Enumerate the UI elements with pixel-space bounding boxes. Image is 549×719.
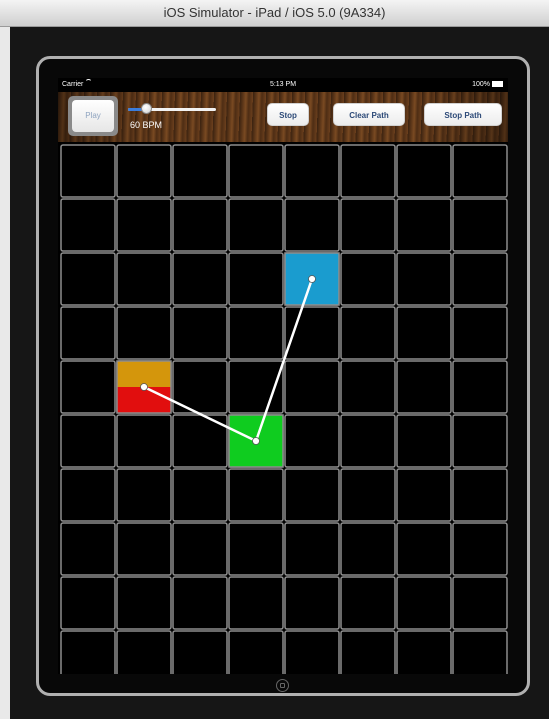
grid-cell[interactable]	[340, 306, 396, 360]
grid-cell[interactable]	[60, 630, 116, 674]
ipad-screen: Carrier 5:13 PM 100% Play 60 BPM Stop Cl…	[58, 78, 508, 674]
grid-cell[interactable]	[228, 144, 284, 198]
grid-cell[interactable]	[340, 468, 396, 522]
battery-icon	[492, 81, 503, 87]
grid-cell[interactable]	[396, 144, 452, 198]
tempo-label: 60 BPM	[130, 120, 163, 130]
grid-cell[interactable]	[396, 306, 452, 360]
grid-cell[interactable]	[116, 522, 172, 576]
grid-cell[interactable]	[452, 468, 508, 522]
grid-cell[interactable]	[452, 414, 508, 468]
grid-cell[interactable]	[60, 360, 116, 414]
grid-cell[interactable]	[396, 360, 452, 414]
grid-cell[interactable]	[284, 414, 340, 468]
grid-cell[interactable]	[340, 414, 396, 468]
path-node[interactable]	[140, 383, 148, 391]
grid-cell[interactable]	[228, 306, 284, 360]
grid-cell[interactable]	[396, 630, 452, 674]
grid-cell[interactable]	[284, 630, 340, 674]
grid-cell[interactable]	[60, 198, 116, 252]
grid-cell[interactable]	[60, 252, 116, 306]
grid-cell[interactable]	[172, 252, 228, 306]
clear-path-button[interactable]: Clear Path	[333, 103, 405, 126]
grid-cell[interactable]	[228, 252, 284, 306]
grid-cell[interactable]	[284, 576, 340, 630]
grid-cell[interactable]	[452, 252, 508, 306]
status-time: 5:13 PM	[269, 81, 297, 88]
sequencer-grid[interactable]	[58, 142, 508, 674]
tempo-slider-thumb[interactable]	[141, 103, 152, 114]
play-button-label: Play	[72, 100, 114, 132]
grid-cell[interactable]	[228, 522, 284, 576]
grid-cell[interactable]	[228, 198, 284, 252]
grid-cell[interactable]	[340, 630, 396, 674]
grid-cell[interactable]	[60, 576, 116, 630]
grid-cell[interactable]	[284, 144, 340, 198]
grid-cell[interactable]	[452, 576, 508, 630]
window-title: iOS Simulator - iPad / iOS 5.0 (9A334)	[0, 0, 549, 27]
grid-cell[interactable]	[116, 306, 172, 360]
grid-cell[interactable]	[116, 198, 172, 252]
stop-button[interactable]: Stop	[267, 103, 309, 126]
grid-cell[interactable]	[340, 522, 396, 576]
grid-cell[interactable]	[284, 198, 340, 252]
grid-cell[interactable]	[60, 414, 116, 468]
grid-cell[interactable]	[284, 360, 340, 414]
grid-canvas[interactable]	[58, 142, 508, 674]
grid-cell[interactable]	[452, 306, 508, 360]
grid-cell[interactable]	[396, 414, 452, 468]
grid-cell[interactable]	[172, 630, 228, 674]
grid-cell[interactable]	[340, 252, 396, 306]
grid-cell[interactable]	[60, 144, 116, 198]
grid-cell[interactable]	[116, 414, 172, 468]
grid-cell[interactable]	[284, 468, 340, 522]
grid-cell[interactable]	[452, 522, 508, 576]
battery-group: 100%	[472, 78, 503, 92]
grid-cell[interactable]	[172, 198, 228, 252]
status-bar: Carrier 5:13 PM 100%	[58, 78, 508, 92]
grid-cell[interactable]	[60, 522, 116, 576]
grid-cell[interactable]	[116, 144, 172, 198]
grid-cell[interactable]	[452, 144, 508, 198]
grid-cell[interactable]	[340, 198, 396, 252]
path-node[interactable]	[308, 275, 316, 283]
path-node[interactable]	[252, 437, 260, 445]
grid-cell[interactable]	[396, 252, 452, 306]
grid-cell[interactable]	[228, 630, 284, 674]
grid-cell[interactable]	[228, 468, 284, 522]
grid-cell[interactable]	[60, 306, 116, 360]
grid-cell[interactable]	[452, 630, 508, 674]
grid-cell[interactable]	[172, 468, 228, 522]
wood-toolbar: Play 60 BPM Stop Clear Path Stop Path	[58, 92, 508, 142]
grid-cell[interactable]	[340, 360, 396, 414]
grid-cell[interactable]	[340, 576, 396, 630]
grid-cell[interactable]	[116, 630, 172, 674]
grid-cell[interactable]	[172, 576, 228, 630]
grid-cell[interactable]	[116, 252, 172, 306]
grid-cell[interactable]	[396, 468, 452, 522]
tempo-slider[interactable]	[128, 103, 218, 114]
grid-cell[interactable]	[172, 144, 228, 198]
grid-cell[interactable]	[172, 522, 228, 576]
simulator-window: iOS Simulator - iPad / iOS 5.0 (9A334) C…	[0, 0, 549, 719]
grid-cell[interactable]	[340, 144, 396, 198]
grid-cell[interactable]	[396, 522, 452, 576]
battery-percent: 100%	[472, 81, 490, 88]
grid-cell[interactable]	[396, 198, 452, 252]
grid-cell[interactable]	[60, 468, 116, 522]
grid-cell[interactable]	[452, 198, 508, 252]
grid-cell[interactable]	[172, 306, 228, 360]
home-button-icon[interactable]	[276, 679, 289, 692]
grid-cell[interactable]	[116, 468, 172, 522]
grid-cell[interactable]	[452, 360, 508, 414]
grid-cell[interactable]	[284, 522, 340, 576]
grid-cell[interactable]	[116, 576, 172, 630]
stop-path-button[interactable]: Stop Path	[424, 103, 502, 126]
grid-cell[interactable]	[228, 576, 284, 630]
play-button[interactable]: Play	[68, 96, 118, 136]
grid-cell[interactable]	[396, 576, 452, 630]
